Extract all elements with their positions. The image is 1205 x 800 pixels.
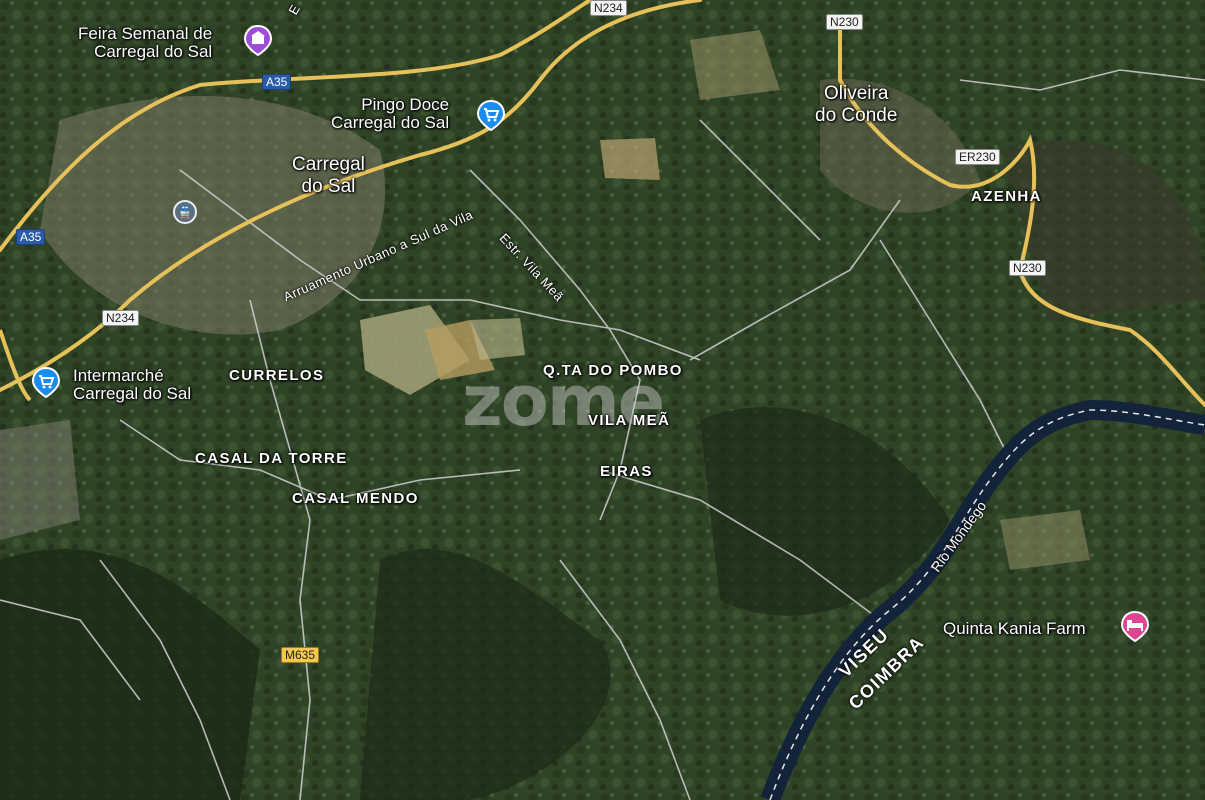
road-shield-a35-left: A35: [16, 229, 46, 245]
place-label-eiras[interactable]: EIRAS: [600, 463, 653, 480]
road-shield-n230-right: N230: [1009, 260, 1046, 276]
place-label-oliveira-do-conde[interactable]: Oliveira do Conde: [815, 83, 897, 127]
road-shield-er230: ER230: [955, 149, 1000, 165]
poi-label-intermarche[interactable]: Intermarché Carregal do Sal: [73, 367, 191, 403]
shopping-cart-icon[interactable]: [475, 99, 507, 131]
road-shield-n234-top: N234: [590, 0, 627, 16]
road-shield-n230-top: N230: [826, 14, 863, 30]
place-label-casal-da-torre[interactable]: CASAL DA TORRE: [195, 450, 348, 467]
shopping-cart-icon[interactable]: [30, 366, 62, 398]
place-label-carregal-do-sal[interactable]: Carregal do Sal: [292, 154, 365, 198]
road-shield-n234-left: N234: [102, 310, 139, 326]
train-station-icon[interactable]: 🚆: [173, 200, 197, 224]
place-label-currelos[interactable]: CURRELOS: [229, 367, 324, 384]
road-shield-a35-top: A35: [262, 74, 292, 90]
poi-label-quinta-kania-farm[interactable]: Quinta Kania Farm: [943, 620, 1086, 638]
poi-label-feira-semanal[interactable]: Feira Semanal de Carregal do Sal: [78, 25, 212, 61]
hotel-bed-icon[interactable]: [1119, 610, 1151, 642]
place-label-azenha[interactable]: AZENHA: [971, 188, 1042, 205]
map-canvas[interactable]: zome N234 A35 A35 N234 N230 ER230 N230 M…: [0, 0, 1205, 800]
place-label-qta-do-pombo[interactable]: Q.TA DO POMBO: [543, 362, 683, 379]
place-label-casal-mendo[interactable]: CASAL MENDO: [292, 490, 419, 507]
road-shield-m635: M635: [281, 647, 320, 663]
place-label-vila-mea[interactable]: VILA MEÃ: [588, 412, 670, 429]
event-venue-icon[interactable]: [242, 24, 274, 56]
poi-label-pingo-doce[interactable]: Pingo Doce Carregal do Sal: [331, 96, 449, 132]
